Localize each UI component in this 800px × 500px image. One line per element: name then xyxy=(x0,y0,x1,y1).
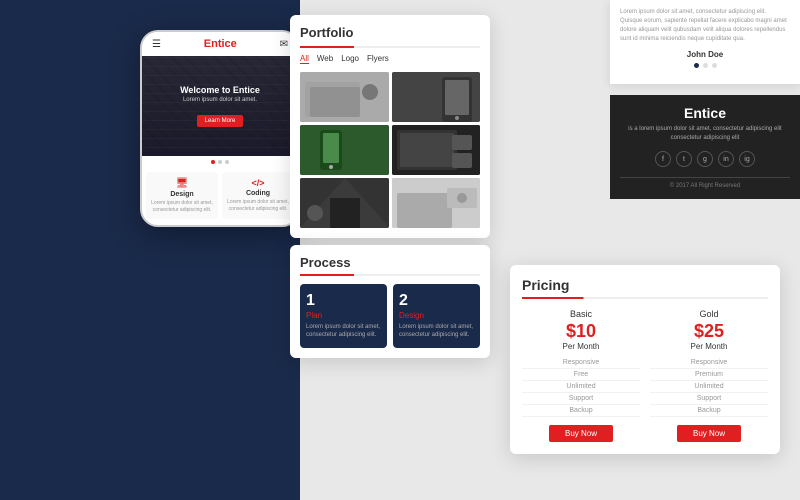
pricing-title: Pricing xyxy=(522,277,768,293)
mobile-feature-design: 🖥 Design Lorem ipsum dolor sit amet, con… xyxy=(146,172,218,219)
gold-plan-name: Gold xyxy=(650,309,768,319)
footer-copyright: © 2017 All Right Reserved xyxy=(620,183,790,189)
pricing-basic: Basic $10 Per Month Responsive Free Unli… xyxy=(522,309,640,442)
pricing-columns: Basic $10 Per Month Responsive Free Unli… xyxy=(522,309,768,442)
process-step-1: 1 Plan Lorem ipsum dolor sit amet, conse… xyxy=(300,284,387,348)
basic-feature-4: Support xyxy=(522,393,640,405)
gold-period: Per Month xyxy=(650,342,768,351)
tab-flyers[interactable]: Flyers xyxy=(367,54,389,64)
gold-buy-button[interactable]: Buy Now xyxy=(677,425,741,442)
step-1-text: Lorem ipsum dolor sit amet, consectetur … xyxy=(306,323,381,340)
mobile-hero-title: Welcome to Entice xyxy=(180,85,260,95)
basic-feature-2: Free xyxy=(522,369,640,381)
step-1-number: 1 xyxy=(306,292,381,310)
mobile-carousel-dots xyxy=(142,156,298,166)
pricing-card: Pricing Basic $10 Per Month Responsive F… xyxy=(510,265,780,454)
gold-feature-4: Support xyxy=(650,393,768,405)
mobile-brand: Entice xyxy=(204,38,237,50)
testimonial-dots xyxy=(620,63,790,68)
step-2-name: Design xyxy=(399,311,474,320)
learn-more-button[interactable]: Learn More xyxy=(197,115,244,127)
tab-logo[interactable]: Logo xyxy=(341,54,359,64)
footer-divider xyxy=(620,177,790,178)
dot-1 xyxy=(211,160,215,164)
coding-feature-title: Coding xyxy=(226,190,290,197)
design-feature-title: Design xyxy=(150,191,214,198)
process-divider xyxy=(300,274,480,276)
pricing-divider xyxy=(522,297,768,299)
pricing-gold: Gold $25 Per Month Responsive Premium Un… xyxy=(650,309,768,442)
portfolio-image-1 xyxy=(300,72,389,122)
mobile-hero-content: Welcome to Entice Lorem ipsum dolor sit … xyxy=(180,85,260,127)
mail-icon[interactable]: ✉ xyxy=(280,39,288,50)
gold-amount: $25 xyxy=(650,321,768,342)
footer-description: is a lorem ipsum dolor sit amet, consect… xyxy=(620,125,790,143)
tdot-1 xyxy=(694,63,699,68)
mobile-hero: Welcome to Entice Lorem ipsum dolor sit … xyxy=(142,56,298,156)
mobile-feature-coding: </> Coding Lorem ipsum dolor sit amet, c… xyxy=(222,172,294,219)
dot-2 xyxy=(218,160,222,164)
instagram-icon[interactable]: ig xyxy=(739,151,755,167)
testimonial-name: John Doe xyxy=(620,50,790,59)
process-step-2: 2 Design Lorem ipsum dolor sit amet, con… xyxy=(393,284,480,348)
basic-buy-button[interactable]: Buy Now xyxy=(549,425,613,442)
process-steps: 1 Plan Lorem ipsum dolor sit amet, conse… xyxy=(300,284,480,348)
portfolio-card: Portfolio All Web Logo Flyers xyxy=(290,15,490,238)
step-2-number: 2 xyxy=(399,292,474,310)
gold-feature-1: Responsive xyxy=(650,357,768,369)
twitter-icon[interactable]: t xyxy=(676,151,692,167)
tab-all[interactable]: All xyxy=(300,54,309,64)
coding-feature-text: Lorem ipsum dolor sit amet, consectetur … xyxy=(226,199,290,212)
design-feature-text: Lorem ipsum dolor sit amet, consectetur … xyxy=(150,200,214,213)
gold-feature-5: Backup xyxy=(650,405,768,417)
gold-feature-3: Unlimited xyxy=(650,381,768,393)
tdot-3 xyxy=(712,63,717,68)
portfolio-image-4 xyxy=(392,125,481,175)
basic-feature-1: Responsive xyxy=(522,357,640,369)
hamburger-icon[interactable]: ☰ xyxy=(152,39,161,50)
portfolio-divider xyxy=(300,46,480,48)
coding-icon: </> xyxy=(226,178,290,188)
process-section: Process 1 Plan Lorem ipsum dolor sit ame… xyxy=(290,245,490,358)
process-title: Process xyxy=(300,255,480,270)
portfolio-image-5 xyxy=(300,178,389,228)
testimonial-card: Lorem ipsum dolor sit amet, consectetur … xyxy=(610,0,800,84)
portfolio-tabs: All Web Logo Flyers xyxy=(300,54,480,64)
basic-feature-5: Backup xyxy=(522,405,640,417)
footer-card: Entice is a lorem ipsum dolor sit amet, … xyxy=(610,95,800,199)
tab-web[interactable]: Web xyxy=(317,54,333,64)
dot-3 xyxy=(225,160,229,164)
basic-amount: $10 xyxy=(522,321,640,342)
facebook-icon[interactable]: f xyxy=(655,151,671,167)
basic-feature-3: Unlimited xyxy=(522,381,640,393)
mobile-mockup: ☰ Entice ✉ Welcome to Entice Lorem ipsum… xyxy=(140,30,300,227)
basic-plan-name: Basic xyxy=(522,309,640,319)
footer-socials: f t g in ig xyxy=(620,151,790,167)
basic-period: Per Month xyxy=(522,342,640,351)
tdot-2 xyxy=(703,63,708,68)
portfolio-image-6 xyxy=(392,178,481,228)
mobile-hero-sub: Lorem ipsum dolor sit amet. xyxy=(180,97,260,103)
portfolio-title: Portfolio xyxy=(300,25,480,40)
testimonial-text: Lorem ipsum dolor sit amet, consectetur … xyxy=(620,8,790,44)
step-2-text: Lorem ipsum dolor sit amet, consectetur … xyxy=(399,323,474,340)
portfolio-image-2 xyxy=(392,72,481,122)
step-1-name: Plan xyxy=(306,311,381,320)
mobile-header: ☰ Entice ✉ xyxy=(142,32,298,56)
gold-feature-2: Premium xyxy=(650,369,768,381)
footer-brand: Entice xyxy=(620,105,790,121)
design-icon: 🖥 xyxy=(150,178,214,189)
portfolio-image-3 xyxy=(300,125,389,175)
portfolio-grid xyxy=(300,72,480,228)
google-icon[interactable]: g xyxy=(697,151,713,167)
linkedin-icon[interactable]: in xyxy=(718,151,734,167)
mobile-features: 🖥 Design Lorem ipsum dolor sit amet, con… xyxy=(142,166,298,225)
